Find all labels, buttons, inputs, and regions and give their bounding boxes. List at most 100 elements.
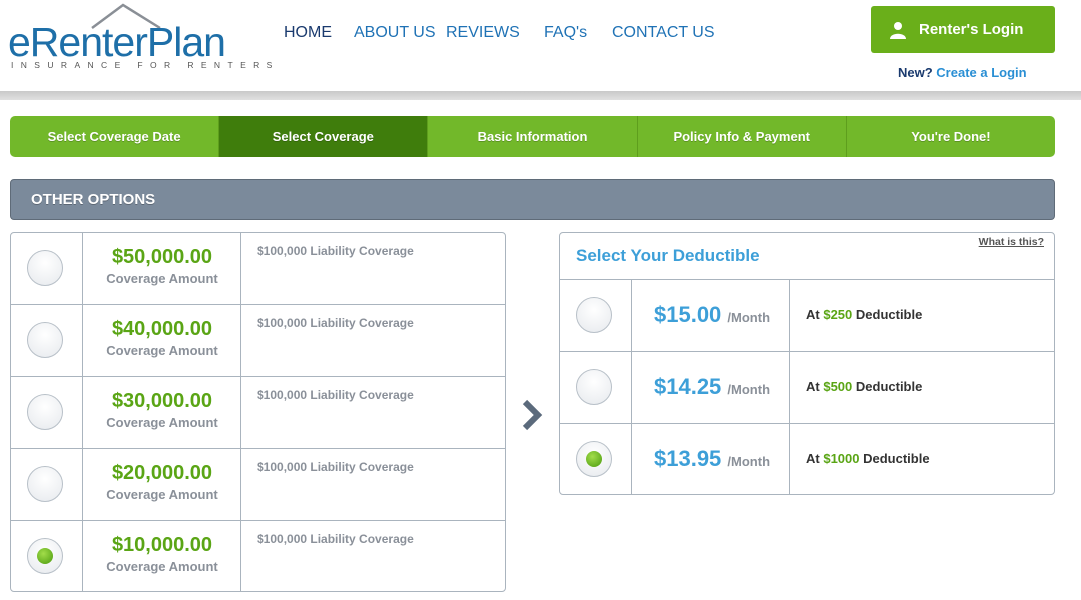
deductible-title: Select Your Deductible — [576, 246, 760, 265]
coverage-amount-label: Coverage Amount — [106, 271, 218, 286]
per-month-label: /Month — [727, 310, 771, 325]
deductible-suffix: Deductible — [855, 307, 923, 322]
step-basic-information[interactable]: Basic Information — [428, 116, 638, 157]
liability-text: $100,000 Liability Coverage — [257, 460, 414, 474]
price-value: $13.95 — [654, 446, 722, 471]
deductible-table: Select Your Deductible What is this? $15… — [559, 232, 1055, 495]
liability-cell: $100,000 Liability Coverage — [241, 233, 505, 304]
deductible-info: At $500 Deductible — [806, 379, 922, 394]
nav-faqs[interactable]: FAQ's — [544, 24, 587, 42]
deductible-row[interactable]: $13.95 /Month At $1000 Deductible — [560, 424, 1054, 494]
coverage-radio[interactable] — [27, 466, 63, 502]
deductible-row[interactable]: $15.00 /Month At $250 Deductible — [560, 280, 1054, 352]
radio-selected-dot — [37, 548, 53, 564]
deductible-info: At $250 Deductible — [806, 307, 922, 322]
deductible-info: At $1000 Deductible — [806, 451, 930, 466]
header-divider — [0, 91, 1081, 100]
deductible-amount: $250 — [823, 307, 853, 322]
deductible-amount: $500 — [823, 379, 853, 394]
at-label: At — [806, 307, 820, 322]
radio-selected-dot — [586, 451, 602, 467]
what-is-this-link[interactable]: What is this? — [979, 236, 1044, 248]
coverage-row[interactable]: $40,000.00 Coverage Amount $100,000 Liab… — [11, 305, 505, 377]
amount-cell: $20,000.00 Coverage Amount — [83, 449, 241, 520]
coverage-amount: $10,000.00 — [111, 534, 213, 556]
step-policy-info-payment[interactable]: Policy Info & Payment — [638, 116, 847, 157]
logo[interactable]: eRenterPlan INSURANCE FOR RENTERS — [8, 2, 272, 74]
deductible-radio[interactable] — [576, 369, 612, 405]
coverage-amount-label: Coverage Amount — [106, 559, 218, 574]
coverage-amount: $30,000.00 — [111, 390, 213, 412]
deductible-row[interactable]: $14.25 /Month At $500 Deductible — [560, 352, 1054, 424]
liability-cell: $100,000 Liability Coverage — [241, 521, 505, 591]
deductible-radio-selected[interactable] — [576, 441, 612, 477]
progress-steps: Select Coverage Date Select Coverage Bas… — [10, 116, 1055, 157]
coverage-radio-selected[interactable] — [27, 538, 63, 574]
step-youre-done[interactable]: You're Done! — [847, 116, 1055, 157]
deductible-radio[interactable] — [576, 297, 612, 333]
liability-text: $100,000 Liability Coverage — [257, 316, 414, 330]
liability-cell: $100,000 Liability Coverage — [241, 449, 505, 520]
radio-cell — [560, 424, 632, 494]
deductible-suffix: Deductible — [855, 379, 923, 394]
nav-about-us[interactable]: ABOUT US — [354, 24, 436, 42]
radio-cell — [11, 449, 83, 520]
price-cell: $14.25 /Month — [632, 352, 790, 423]
other-options-header: OTHER OPTIONS — [10, 179, 1055, 220]
liability-text: $100,000 Liability Coverage — [257, 388, 414, 402]
price-cell: $13.95 /Month — [632, 424, 790, 494]
coverage-amount: $50,000.00 — [111, 246, 213, 268]
coverage-radio[interactable] — [27, 250, 63, 286]
renters-login-button[interactable]: Renter's Login — [871, 6, 1055, 53]
amount-cell: $30,000.00 Coverage Amount — [83, 377, 241, 448]
user-icon — [890, 21, 906, 39]
price-value: $15.00 — [654, 302, 722, 327]
coverage-row[interactable]: $50,000.00 Coverage Amount $100,000 Liab… — [11, 233, 505, 305]
coverage-row[interactable]: $30,000.00 Coverage Amount $100,000 Liab… — [11, 377, 505, 449]
coverage-amount-label: Coverage Amount — [106, 415, 218, 430]
new-login-prompt: New? Create a Login — [898, 65, 1027, 80]
login-button-label: Renter's Login — [919, 21, 1024, 38]
deductible-info-cell: At $500 Deductible — [790, 352, 1054, 423]
create-login-link[interactable]: Create a Login — [936, 65, 1026, 80]
liability-text: $100,000 Liability Coverage — [257, 244, 414, 258]
deductible-info-cell: At $1000 Deductible — [790, 424, 1054, 494]
deductible-info-cell: At $250 Deductible — [790, 280, 1054, 351]
deductible-suffix: Deductible — [863, 451, 930, 466]
step-select-coverage-date[interactable]: Select Coverage Date — [10, 116, 220, 157]
amount-cell: $10,000.00 Coverage Amount — [83, 521, 241, 591]
at-label: At — [806, 379, 820, 394]
coverage-amount: $20,000.00 — [111, 462, 213, 484]
radio-cell — [11, 377, 83, 448]
radio-cell — [11, 233, 83, 304]
deductible-amount: $1000 — [823, 451, 860, 466]
radio-cell — [11, 305, 83, 376]
liability-cell: $100,000 Liability Coverage — [241, 305, 505, 376]
nav-home[interactable]: HOME — [284, 24, 332, 42]
monthly-price: $14.25 /Month — [654, 374, 770, 400]
amount-cell: $40,000.00 Coverage Amount — [83, 305, 241, 376]
price-cell: $15.00 /Month — [632, 280, 790, 351]
coverage-row[interactable]: $10,000.00 Coverage Amount $100,000 Liab… — [11, 521, 505, 591]
logo-tagline: INSURANCE FOR RENTERS — [11, 60, 280, 70]
radio-cell — [560, 280, 632, 351]
nav-reviews[interactable]: REVIEWS — [446, 24, 520, 42]
monthly-price: $15.00 /Month — [654, 302, 770, 328]
radio-cell — [560, 352, 632, 423]
per-month-label: /Month — [727, 382, 771, 397]
logo-wordmark: eRenterPlan — [8, 19, 226, 65]
step-select-coverage[interactable]: Select Coverage — [219, 116, 429, 157]
deductible-header: Select Your Deductible What is this? — [560, 233, 1054, 280]
nav-contact-us[interactable]: CONTACT US — [612, 24, 715, 42]
chevron-right-icon — [522, 399, 543, 431]
coverage-amount-label: Coverage Amount — [106, 487, 218, 502]
coverage-radio[interactable] — [27, 394, 63, 430]
site-header: eRenterPlan INSURANCE FOR RENTERS HOME A… — [0, 0, 1081, 92]
coverage-amount: $40,000.00 — [111, 318, 213, 340]
per-month-label: /Month — [727, 454, 771, 469]
coverage-row[interactable]: $20,000.00 Coverage Amount $100,000 Liab… — [11, 449, 505, 521]
coverage-amount-label: Coverage Amount — [106, 343, 218, 358]
new-label: New? — [898, 65, 933, 80]
amount-cell: $50,000.00 Coverage Amount — [83, 233, 241, 304]
coverage-radio[interactable] — [27, 322, 63, 358]
